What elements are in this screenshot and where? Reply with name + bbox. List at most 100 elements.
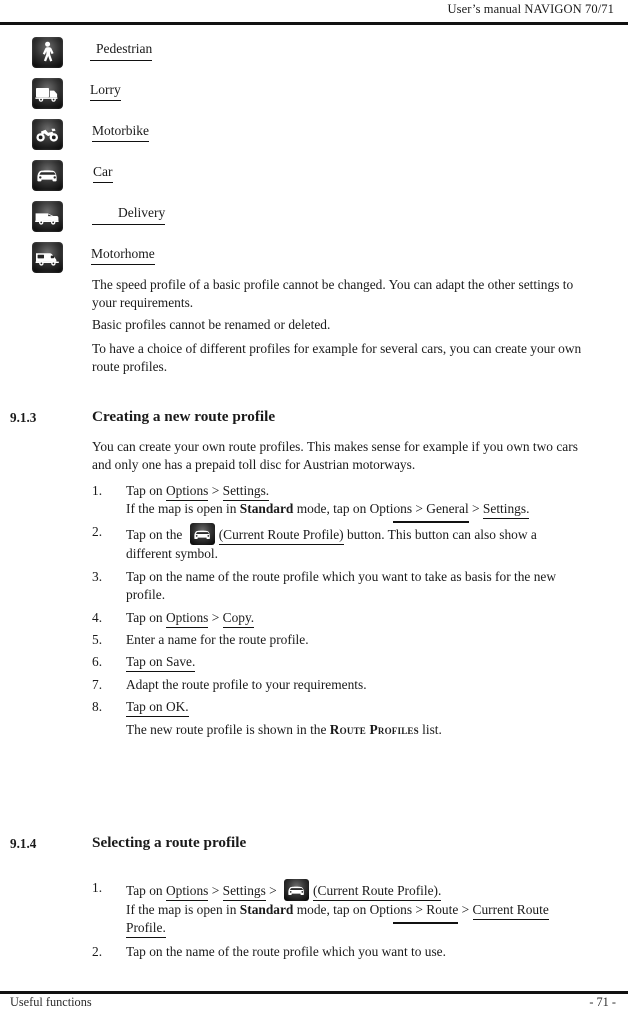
list-name-route-profiles: Route Profiles	[329, 721, 419, 737]
delivery-van-icon	[32, 201, 63, 232]
profile-row-motorbike: Motorbike	[0, 114, 628, 155]
step-text: Tap on the name of the route profile whi…	[126, 568, 557, 603]
step-separator: >	[208, 482, 223, 498]
intro-paragraph-1: The speed profile of a basic profile can…	[92, 277, 574, 311]
step-text: Tap on the name of the route profile whi…	[126, 943, 446, 959]
route-profile-icon-list: Pedestrian Lorry Motorbike Car Delivery …	[0, 32, 628, 278]
step-number: 5.	[92, 632, 103, 648]
step-number: 7.	[92, 676, 103, 692]
menu-keyword-options-3[interactable]: Options	[165, 883, 209, 901]
step-item: 7. Adapt the route profile to your requi…	[92, 676, 584, 694]
step-item: 6. Tap on Save.	[92, 653, 584, 673]
profile-row-delivery: Delivery	[0, 196, 628, 237]
profile-label-delivery: Delivery	[92, 205, 166, 225]
footer-chapter-name: Useful functions	[10, 995, 92, 1009]
step-item: 5. Enter a name for the route profile.	[92, 631, 584, 649]
button-label-current-route-profile-2[interactable]: (Current Route Profile).	[313, 883, 442, 901]
step-text: Tap on	[126, 609, 166, 625]
profile-label-pedestrian: Pedestrian	[90, 41, 153, 61]
section-914-body: 1. Tap on Options > Settings > (Current …	[92, 879, 584, 965]
mode-name-standard-2: Standard	[239, 902, 294, 917]
motorhome-icon	[32, 242, 63, 273]
step-number: 4.	[92, 609, 103, 625]
substep-text-a: If the map is open in	[126, 902, 240, 917]
step-number: 2.	[92, 524, 103, 540]
footer-divider	[0, 991, 628, 994]
action-tap-on-save[interactable]: Tap on Save.	[126, 654, 196, 673]
intro-paragraph-2: Basic profiles cannot be renamed or dele…	[92, 316, 331, 332]
step-item: 2. Tap on the name of the route profile …	[92, 943, 584, 961]
pedestrian-icon	[32, 37, 63, 68]
section-913-result: The new route profile is shown in the Ro…	[126, 721, 584, 739]
profile-label-motorbike: Motorbike	[92, 123, 149, 142]
step-item: 2. Tap on the (Current Route Profile) bu…	[92, 523, 584, 563]
steps-selecting-route-profile: 1. Tap on Options > Settings > (Current …	[92, 879, 584, 961]
page-header: User’s manual NAVIGON 70/71	[0, 0, 628, 28]
profile-label-car: Car	[93, 164, 113, 183]
menu-path-options-route[interactable]: ons > Route	[393, 901, 458, 925]
step-item: 3. Tap on the name of the route profile …	[92, 568, 584, 605]
page-body: Pedestrian Lorry Motorbike Car Delivery …	[0, 28, 628, 989]
step-number: 2.	[92, 943, 103, 959]
header-title: User’s manual NAVIGON 70/71	[447, 2, 614, 16]
step-text: Tap on the	[126, 527, 186, 543]
step-item: 1. Tap on Options > Settings. If the map…	[92, 482, 584, 524]
step-text: Tap on	[126, 883, 166, 898]
menu-keyword-settings[interactable]: Settings.	[222, 482, 270, 501]
menu-keyword-settings-3[interactable]: Settings	[222, 883, 266, 901]
page-footer: Useful functions - 71 -	[0, 991, 628, 1017]
substep-separator: >	[458, 902, 473, 917]
current-route-profile-car-icon[interactable]	[189, 523, 215, 546]
profile-row-lorry: Lorry	[0, 73, 628, 114]
profile-label-motorhome: Motorhome	[91, 246, 155, 265]
step-number: 3.	[92, 568, 103, 584]
substep-text-a: If the map is open in	[126, 501, 240, 516]
motorbike-icon	[32, 119, 63, 150]
step-number: 1.	[92, 482, 103, 498]
menu-keyword-options-2[interactable]: Options	[165, 609, 209, 628]
section-number-913: 9.1.3	[10, 410, 37, 425]
footer-page-number: - 71 -	[589, 995, 616, 1009]
step-item: 8. Tap on OK.	[92, 698, 584, 718]
basic-profile-notes: The speed profile of a basic profile can…	[92, 276, 584, 379]
button-label-current-route-profile[interactable]: (Current Route Profile)	[218, 527, 344, 546]
menu-keyword-copy[interactable]: Copy.	[222, 609, 255, 628]
current-route-profile-car-icon[interactable]	[284, 879, 310, 901]
section-title-913: Creating a new route profile	[92, 408, 276, 425]
lorry-icon	[32, 78, 63, 109]
step-separator: >	[208, 883, 223, 898]
substep-separator: >	[468, 501, 483, 516]
section-913-body: You can create your own route profiles. …	[92, 438, 584, 742]
step-text: Tap on	[126, 482, 166, 498]
substep-text-b: mode, tap on Opti	[293, 501, 394, 516]
step-number: 8.	[92, 699, 103, 715]
step-separator: >	[208, 609, 223, 625]
profile-row-motorhome: Motorhome	[0, 237, 628, 278]
step-number: 6.	[92, 654, 103, 670]
intro-paragraph-3: To have a choice of different profiles f…	[92, 340, 582, 375]
result-text-a: The new route profile is shown in the	[126, 721, 330, 737]
mode-name-standard: Standard	[239, 501, 294, 516]
action-tap-on-ok[interactable]: Tap on OK.	[126, 699, 189, 718]
step-text: Enter a name for the route profile.	[126, 632, 309, 648]
steps-creating-route-profile: 1. Tap on Options > Settings. If the map…	[92, 482, 584, 718]
section-title-914: Selecting a route profile	[92, 834, 247, 851]
section-number-914: 9.1.4	[10, 836, 37, 851]
section-913-intro: You can create your own route profiles. …	[92, 439, 578, 473]
step-text: Adapt the route profile to your requirem…	[126, 676, 367, 692]
header-divider	[0, 22, 628, 25]
substep-text-b: mode, tap on Opti	[293, 902, 394, 917]
profile-row-pedestrian: Pedestrian	[0, 32, 628, 73]
menu-path-options-general[interactable]: ons > General	[393, 500, 469, 524]
car-icon	[32, 160, 63, 191]
step-item: 1. Tap on Options > Settings > (Current …	[92, 879, 584, 939]
profile-row-car: Car	[0, 155, 628, 196]
result-text-b: list.	[418, 721, 442, 737]
menu-keyword-options[interactable]: Options	[165, 482, 209, 501]
menu-keyword-settings-2[interactable]: Settings.	[482, 501, 530, 519]
step-subtext: If the map is open in Standard mode, tap…	[126, 901, 584, 939]
step-number: 1.	[92, 880, 103, 895]
profile-label-lorry: Lorry	[90, 82, 121, 101]
step-subtext: If the map is open in Standard mode, tap…	[126, 500, 584, 524]
step-separator-2: >	[265, 883, 281, 898]
